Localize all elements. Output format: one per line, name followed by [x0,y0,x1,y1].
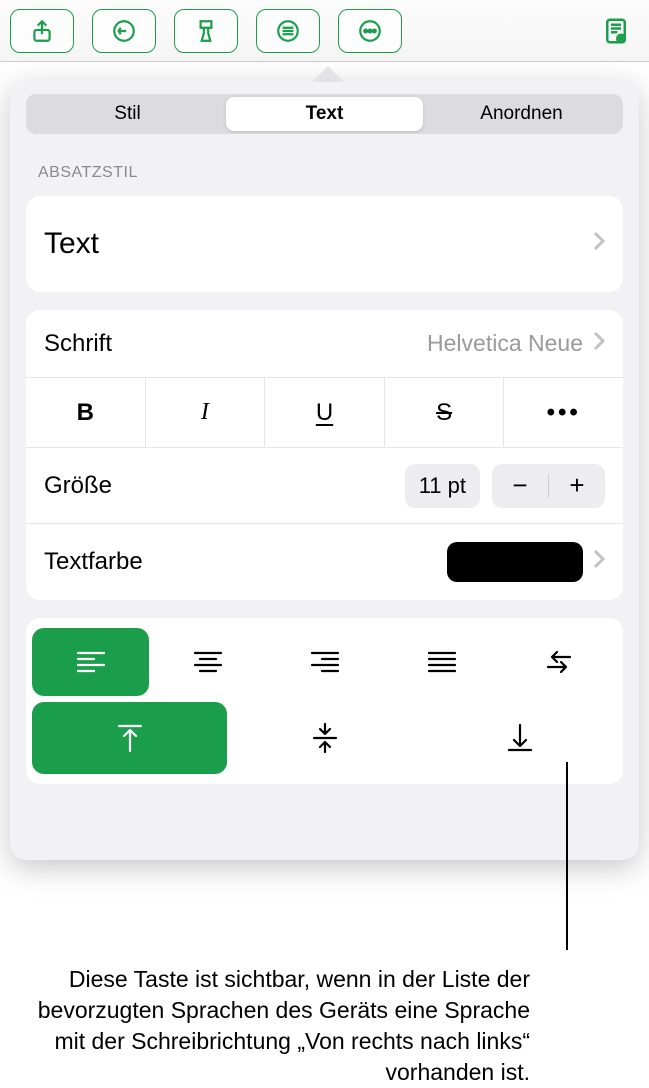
share-button[interactable] [10,9,74,53]
size-label: Größe [44,472,112,500]
format-tabs: Stil Text Anordnen [26,94,623,134]
callout-caption: Diese Taste ist sichtbar, wenn in der Li… [0,964,590,1088]
align-justify-button[interactable] [383,628,500,696]
format-button[interactable] [174,9,238,53]
callout-line [566,762,568,950]
undo-button[interactable] [92,9,156,53]
valign-middle-button[interactable] [227,702,422,774]
horizontal-align-row [32,628,617,696]
top-toolbar [0,0,649,62]
paragraph-style-value: Text [44,227,99,261]
chevron-right-icon [593,549,605,575]
format-popover: Stil Text Anordnen Absatzstil Text Schri… [0,80,649,860]
size-increase-button[interactable]: + [549,464,605,508]
valign-bottom-button[interactable] [422,702,617,774]
font-label: Schrift [44,330,112,358]
paragraph-style-row[interactable]: Text [26,196,623,292]
vertical-align-row [32,702,617,774]
chevron-right-icon [593,231,605,257]
underline-button[interactable]: U [265,378,385,447]
insert-button[interactable] [256,9,320,53]
align-left-button[interactable] [32,628,149,696]
size-stepper: − + [492,464,605,508]
size-row: Größe 11 pt − + [26,448,623,524]
align-center-button[interactable] [149,628,266,696]
size-decrease-button[interactable]: − [492,464,548,508]
alignment-card [26,618,623,784]
chevron-right-icon [593,331,605,357]
bold-button[interactable]: B [26,378,146,447]
font-value: Helvetica Neue [427,330,583,357]
strikethrough-button[interactable]: S [385,378,505,447]
align-right-button[interactable] [266,628,383,696]
text-color-row[interactable]: Textfarbe [26,524,623,600]
valign-top-button[interactable] [32,702,227,774]
tab-arrange[interactable]: Anordnen [423,97,620,131]
font-row[interactable]: Schrift Helvetica Neue [26,310,623,378]
size-value[interactable]: 11 pt [405,464,480,508]
more-styles-button[interactable]: ••• [504,378,623,447]
paragraph-style-heading: Absatzstil [10,144,639,190]
font-style-row: B I U S ••• [26,378,623,448]
popover-arrow [312,66,344,82]
reader-button[interactable] [593,9,639,53]
italic-button[interactable]: I [146,378,266,447]
text-direction-button[interactable] [500,628,617,696]
more-button[interactable] [338,9,402,53]
tab-text[interactable]: Text [226,97,423,131]
text-color-label: Textfarbe [44,548,143,576]
tab-style[interactable]: Stil [29,97,226,131]
text-color-swatch[interactable] [447,542,583,582]
paragraph-style-card: Text [26,196,623,292]
font-card: Schrift Helvetica Neue B I U S ••• Größe… [26,310,623,600]
